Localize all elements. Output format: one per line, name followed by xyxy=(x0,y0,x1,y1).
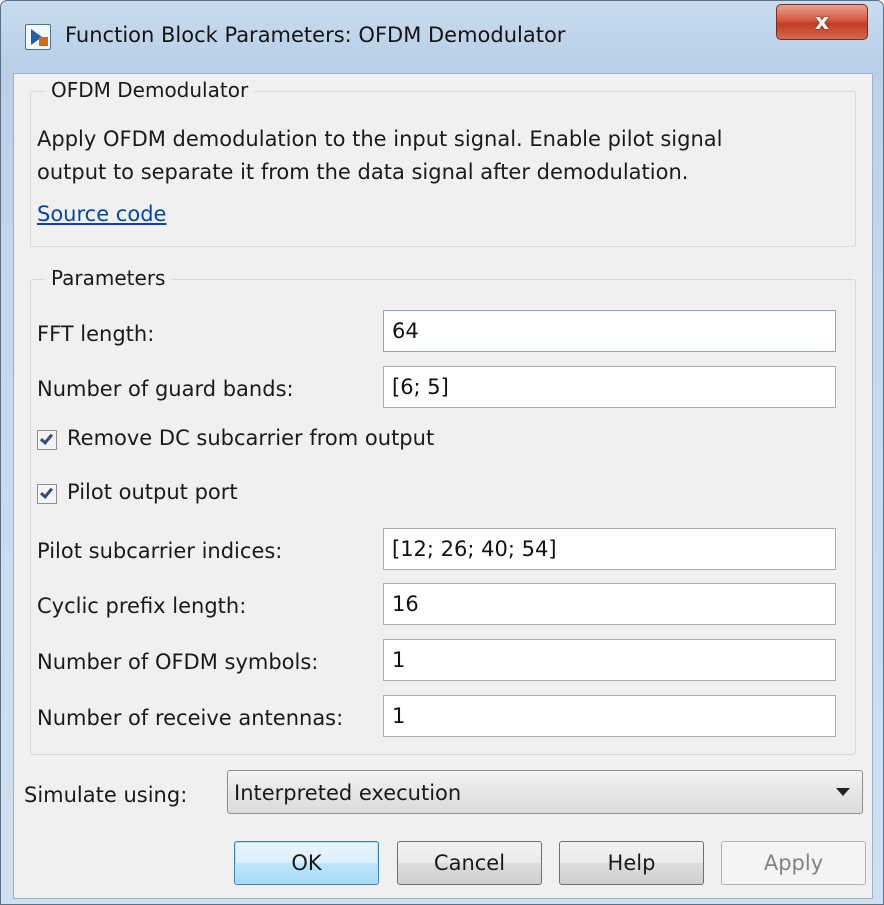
pilot-port-checkbox[interactable] xyxy=(37,484,57,504)
cyclic-prefix-input[interactable] xyxy=(383,583,836,625)
apply-button[interactable]: Apply xyxy=(721,841,866,885)
fft-length-label: FFT length: xyxy=(37,322,155,346)
block-group-label: OFDM Demodulator xyxy=(45,78,255,102)
help-button[interactable]: Help xyxy=(559,841,704,885)
source-code-link[interactable]: Source code xyxy=(37,202,166,226)
simulate-using-label: Simulate using: xyxy=(24,783,188,807)
dialog-window: Function Block Parameters: OFDM Demodula… xyxy=(0,0,884,905)
window-title: Function Block Parameters: OFDM Demodula… xyxy=(65,23,566,47)
simulink-block-icon xyxy=(25,24,51,50)
simulate-using-value: Interpreted execution xyxy=(234,781,462,805)
remove-dc-label: Remove DC subcarrier from output xyxy=(67,426,435,450)
dialog-content: OFDM Demodulator Apply OFDM demodulation… xyxy=(13,73,873,899)
checkmark-icon xyxy=(39,485,54,499)
block-description: Apply OFDM demodulation to the input sig… xyxy=(37,127,723,184)
checkmark-icon xyxy=(39,431,54,445)
block-description-group: OFDM Demodulator Apply OFDM demodulation… xyxy=(30,78,856,247)
num-antennas-input[interactable] xyxy=(383,695,836,737)
num-antennas-label: Number of receive antennas: xyxy=(37,706,344,730)
parameters-group-label: Parameters xyxy=(45,266,172,290)
fft-length-input[interactable] xyxy=(383,310,836,352)
guard-bands-input[interactable] xyxy=(383,366,836,408)
chevron-down-icon[interactable] xyxy=(836,788,850,796)
parameters-group: Parameters FFT length: Number of guard b… xyxy=(30,266,856,755)
icon-square xyxy=(39,37,48,46)
simulate-using-select[interactable]: Interpreted execution xyxy=(227,770,863,814)
num-symbols-label: Number of OFDM symbols: xyxy=(37,650,319,674)
pilot-indices-label: Pilot subcarrier indices: xyxy=(37,539,283,563)
ok-button[interactable]: OK xyxy=(234,841,379,885)
close-button[interactable]: x xyxy=(776,4,868,40)
remove-dc-checkbox[interactable] xyxy=(37,430,57,450)
cyclic-prefix-label: Cyclic prefix length: xyxy=(37,594,247,618)
num-symbols-input[interactable] xyxy=(383,639,836,681)
pilot-port-label: Pilot output port xyxy=(67,480,238,504)
close-icon: x xyxy=(814,9,830,35)
cancel-button[interactable]: Cancel xyxy=(397,841,542,885)
pilot-indices-input[interactable] xyxy=(383,528,836,570)
guard-bands-label: Number of guard bands: xyxy=(37,377,294,401)
title-bar[interactable]: Function Block Parameters: OFDM Demodula… xyxy=(1,1,883,71)
